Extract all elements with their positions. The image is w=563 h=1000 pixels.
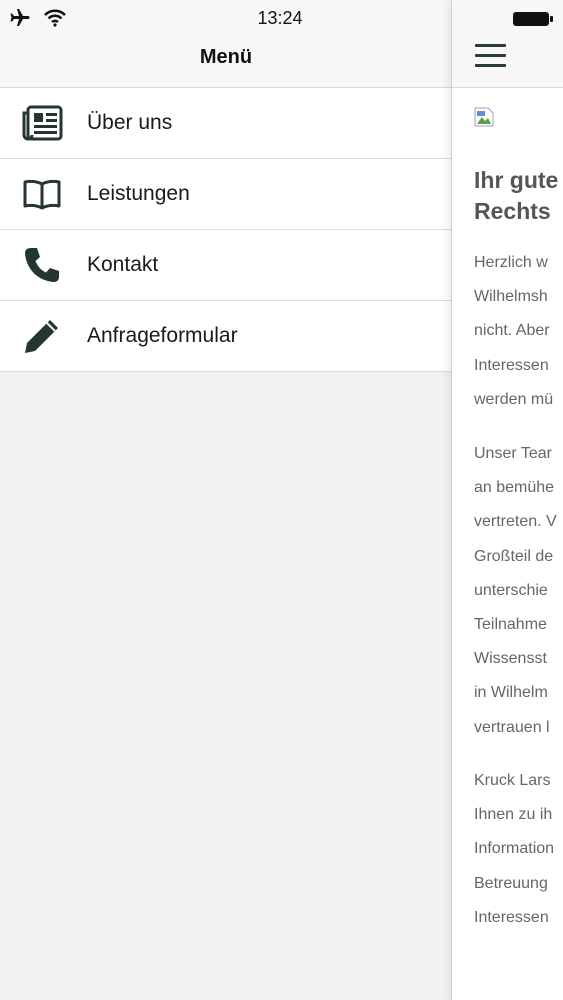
menu-item-anfrageformular[interactable]: Anfrageformular [0, 301, 452, 372]
status-time: 13:24 [257, 8, 303, 28]
hamburger-menu-icon[interactable] [475, 44, 506, 68]
menu-item-label: Leistungen [87, 182, 190, 205]
menu-item-ueber-uns[interactable]: Über uns [0, 88, 452, 159]
text-line: Teilnahme [474, 616, 547, 634]
text-line: Interessen [474, 356, 549, 374]
text-line: nicht. Aber [474, 322, 550, 340]
menu-item-label: Über uns [87, 111, 173, 134]
text-line: Unser Tear [474, 445, 552, 462]
text-line: an bemühe [474, 479, 555, 497]
menu-item-label: Anfrageformular [87, 324, 238, 347]
menu-title: Menü [199, 46, 253, 68]
phone-icon [21, 244, 63, 286]
title-line: Rechts [474, 198, 551, 224]
side-menu: Menü Über uns Leistungen Kontakt Anfrage… [0, 0, 452, 1000]
menu-item-leistungen[interactable]: Leistungen [0, 159, 452, 230]
text-line: Kruck Lars [474, 772, 551, 789]
text-line: Wilhelmsh [474, 288, 548, 306]
paragraph-1: Herzlich w Wilhelmsh nicht. Aber Interes… [474, 246, 563, 417]
book-icon [21, 173, 63, 215]
title-line: Ihr gute [474, 167, 559, 193]
text-line: vertreten. V [474, 513, 557, 531]
text-line: Interessen [474, 908, 549, 926]
text-line: vertrauen l [474, 718, 550, 736]
screen: Menü Über uns Leistungen Kontakt Anfrage… [0, 0, 563, 1000]
broken-image-icon [474, 107, 494, 127]
text-line: werden mü [474, 390, 554, 408]
text-line: Wissensst [474, 650, 547, 668]
menu-item-kontakt[interactable]: Kontakt [0, 230, 452, 301]
pencil-icon [21, 315, 63, 357]
battery-icon [512, 11, 556, 32]
text-line: in Wilhelm [474, 684, 548, 702]
text-line: Ihnen zu ih [474, 806, 553, 824]
paragraph-3: Kruck Lars Ihnen zu ih Information Betre… [474, 764, 563, 935]
text-line: Großteil de [474, 547, 554, 565]
content-title: Ihr gute Rechts [474, 165, 563, 227]
menu-list: Über uns Leistungen Kontakt Anfrageformu… [0, 88, 452, 372]
text-line: Information [474, 840, 555, 858]
menu-item-label: Kontakt [87, 253, 159, 276]
text-line: unterschie [474, 581, 548, 599]
text-line: Herzlich w [474, 254, 548, 271]
content-page[interactable]: Ihr gute Rechts Herzlich w Wilhelmsh nic… [452, 0, 563, 1000]
status-bar: 13:24 [0, 0, 563, 37]
text-line: Betreuung [474, 874, 548, 892]
newspaper-icon [21, 102, 63, 144]
paragraph-2: Unser Tear an bemühe vertreten. V Großte… [474, 437, 563, 745]
